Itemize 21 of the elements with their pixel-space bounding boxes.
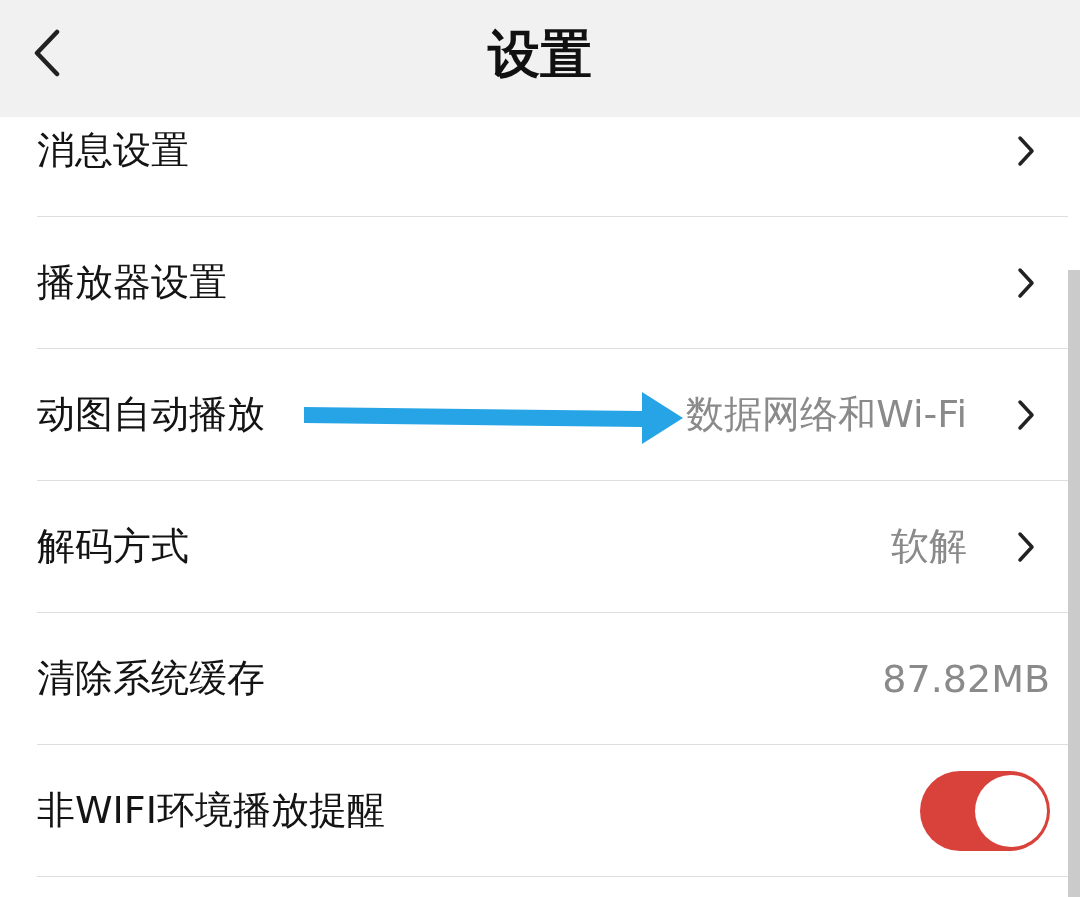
chevron-right-icon <box>1017 134 1035 167</box>
chevron-right-icon <box>1017 530 1035 563</box>
settings-row[interactable]: 播放器设置 <box>37 217 1068 349</box>
settings-row[interactable]: 消息设置 <box>37 117 1068 217</box>
back-chevron-icon <box>34 29 60 77</box>
setting-value: 软解 <box>891 523 967 570</box>
setting-label: 非WIFI环境播放提醒 <box>37 787 385 834</box>
setting-label: 动图自动播放 <box>37 391 265 438</box>
setting-value: 数据网络和Wi-Fi <box>686 391 967 438</box>
settings-row[interactable]: 动图自动播放 数据网络和Wi-Fi <box>37 349 1068 481</box>
chevron-right-icon <box>1017 398 1035 431</box>
setting-label: 清除系统缓存 <box>37 655 265 702</box>
setting-label: 播放器设置 <box>37 259 227 306</box>
page-title: 设置 <box>488 22 592 86</box>
setting-label: 消息设置 <box>37 127 189 174</box>
scrollbar[interactable] <box>1068 270 1080 897</box>
setting-label: 解码方式 <box>37 523 189 570</box>
setting-value: 87.82MB <box>882 656 1050 701</box>
settings-row[interactable]: 非WIFI环境播放提醒 <box>37 745 1068 877</box>
settings-row[interactable]: 解码方式 软解 <box>37 481 1068 613</box>
chevron-right-icon <box>1017 266 1035 299</box>
